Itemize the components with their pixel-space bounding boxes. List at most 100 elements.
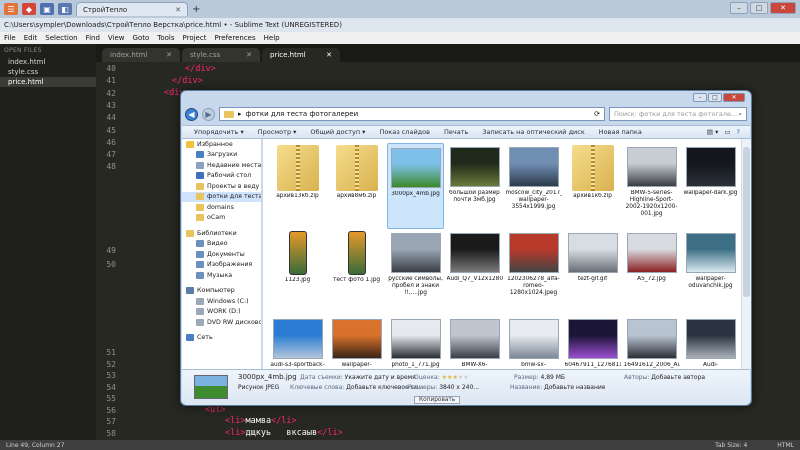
syntax-indicator[interactable]: HTML: [777, 442, 794, 449]
maximize-button[interactable]: □: [750, 2, 768, 14]
author-value[interactable]: Добавьте автора: [651, 374, 705, 381]
vertical-scrollbar[interactable]: [741, 139, 751, 369]
forward-arrow-icon[interactable]: ▶: [202, 107, 215, 121]
sidebar-file-item[interactable]: style.css: [0, 67, 96, 77]
sidebar-file-item[interactable]: index.html: [0, 57, 96, 67]
file-item[interactable]: BMW-X6-wallpaper-9.jpg: [446, 315, 503, 369]
browser-tab[interactable]: СтройТепло ✕: [76, 2, 188, 16]
menu-item-file[interactable]: File: [4, 34, 16, 42]
file-item[interactable]: большой размер почти 3мб.jpg: [446, 143, 503, 229]
file-item[interactable]: 16491612_2006_Audi_Q7_1600x1200_0ff.jpg: [623, 315, 680, 369]
new-tab-button[interactable]: +: [192, 4, 200, 15]
file-item[interactable]: 1202306278_alfa-romeo-1280x1024.jpeg: [505, 229, 562, 315]
menu-item-view[interactable]: View: [108, 34, 125, 42]
nav-group-heading[interactable]: Компьютер: [182, 286, 261, 297]
toolbar-button[interactable]: Показ слайдов: [379, 128, 430, 136]
nav-group-heading[interactable]: Библиотеки: [182, 228, 261, 239]
code-line-40[interactable]: </div>: [185, 64, 216, 74]
date-value[interactable]: Укажите дату и время: [345, 374, 416, 381]
file-item[interactable]: wallpaper-dark2.jpg: [328, 315, 385, 369]
code-line-41[interactable]: </div>: [172, 76, 203, 86]
file-item[interactable]: wallpaper-oduvanchik.jpg: [682, 229, 739, 315]
menu-item-selection[interactable]: Selection: [45, 34, 77, 42]
file-item[interactable]: Audi_Q7_V12x1280x1024.jpg: [446, 229, 503, 315]
nav-item[interactable]: Рабочий стол: [182, 171, 261, 182]
close-icon[interactable]: ✕: [246, 51, 252, 59]
file-item[interactable]: Audi-V8_1988_800x600_wallpaper_01.jpg: [682, 315, 739, 369]
file-item[interactable]: 60467911_1276811999_Cyberflower59.jpg: [564, 315, 621, 369]
nav-item[interactable]: oCam: [182, 213, 261, 224]
toolbar-button[interactable]: Просмотр ▾: [258, 128, 297, 136]
explorer-minimize-button[interactable]: –: [693, 93, 707, 102]
close-button[interactable]: ✕: [770, 2, 796, 14]
back-arrow-icon[interactable]: ◀: [185, 107, 198, 121]
code-line-59[interactable]: <li>дщкуь вксаыв</li>: [225, 428, 343, 438]
nav-group-heading[interactable]: Избранное: [182, 139, 261, 150]
file-item[interactable]: русские символы, пробел и знаки !!,....j…: [387, 229, 444, 315]
file-item[interactable]: архив13кб.zip: [269, 143, 326, 229]
nav-item[interactable]: Изображения: [182, 260, 261, 271]
nav-item[interactable]: Видео: [182, 239, 261, 250]
menu-item-preferences[interactable]: Preferences: [214, 34, 255, 42]
toolbar-button[interactable]: Печать: [444, 128, 468, 136]
toolbar-button[interactable]: Записать на оптический диск: [482, 128, 584, 136]
file-item[interactable]: moscow_city_2017_art_irbis_production-wa…: [505, 143, 562, 229]
explorer-maximize-button[interactable]: □: [708, 93, 722, 102]
minimize-button[interactable]: –: [730, 2, 748, 14]
file-item[interactable]: A5_72.jpg: [623, 229, 680, 315]
file-item[interactable]: wallpaper-dark.jpg: [682, 143, 739, 229]
nav-item[interactable]: Документы: [182, 249, 261, 260]
file-item[interactable]: tezt-gif.gif: [564, 229, 621, 315]
menu-item-find[interactable]: Find: [86, 34, 100, 42]
shield-icon[interactable]: ◆: [22, 3, 36, 15]
nav-item[interactable]: фотки для теста: [182, 191, 261, 202]
editor-tab[interactable]: index.html ✕: [102, 48, 180, 62]
file-item[interactable]: 3000px_4mb.jpg: [387, 143, 444, 229]
menu-item-project[interactable]: Project: [183, 34, 207, 42]
nav-item[interactable]: DVD RW дисковс: [182, 317, 261, 328]
nav-item[interactable]: Недавние места: [182, 160, 261, 171]
explorer-close-button[interactable]: ✕: [723, 93, 745, 102]
nav-group-heading[interactable]: Сеть: [182, 333, 261, 344]
close-icon[interactable]: ✕: [175, 6, 181, 14]
browser-menu-icon[interactable]: ☰: [4, 3, 18, 15]
editor-tab[interactable]: price.html ✕: [262, 48, 340, 62]
nav-item[interactable]: Проекты в веду: [182, 181, 261, 192]
file-item[interactable]: BMW-5-series-Highline-Sport-2002-1920x12…: [623, 143, 680, 229]
file-item[interactable]: bmw-sx-concept.jpg: [505, 315, 562, 369]
file-item[interactable]: 1123.jpg: [269, 229, 326, 315]
close-icon[interactable]: ✕: [326, 51, 332, 59]
view-options-icon[interactable]: ▤ ▾: [707, 128, 718, 136]
sidebar-file-item[interactable]: price.html: [0, 77, 96, 87]
star-icon[interactable]: ★: [463, 374, 468, 381]
nav-item[interactable]: Музыка: [182, 270, 261, 281]
menu-item-goto[interactable]: Goto: [133, 34, 150, 42]
title-value[interactable]: Добавьте название: [544, 384, 605, 391]
menu-item-edit[interactable]: Edit: [24, 34, 38, 42]
toolbar-button[interactable]: Новая папка: [599, 128, 642, 136]
code-line-58[interactable]: <li>мамва</li>: [225, 416, 297, 426]
file-item[interactable]: архив8мб.zip: [328, 143, 385, 229]
search-input[interactable]: Поиск: фотки для теста фотогале... ⌕: [609, 107, 747, 121]
bookmark-icon[interactable]: ◧: [58, 3, 72, 15]
scrollbar-thumb[interactable]: [743, 147, 750, 297]
close-icon[interactable]: ✕: [166, 51, 172, 59]
nav-item[interactable]: Windows (C:): [182, 296, 261, 307]
file-item[interactable]: photo_1_771.jpg: [387, 315, 444, 369]
extension-icon[interactable]: ▣: [40, 3, 54, 15]
file-item[interactable]: audi-s3-sportback-001b04b-1024x768.jpg: [269, 315, 326, 369]
rating-stars[interactable]: ★★★★★: [442, 374, 469, 381]
tab-size-indicator[interactable]: Tab Size: 4: [715, 442, 747, 449]
nav-item[interactable]: domains: [182, 202, 261, 213]
menu-item-tools[interactable]: Tools: [157, 34, 174, 42]
toolbar-button[interactable]: Общий доступ ▾: [310, 128, 365, 136]
code-line-57[interactable]: <ul>: [205, 405, 225, 415]
nav-item[interactable]: WORK (D:): [182, 307, 261, 318]
toolbar-button[interactable]: Упорядочить ▾: [194, 128, 244, 136]
nav-item[interactable]: Загрузки: [182, 150, 261, 161]
menu-item-help[interactable]: Help: [264, 34, 280, 42]
preview-pane-icon[interactable]: ▭: [724, 128, 730, 136]
help-icon[interactable]: ?: [737, 128, 740, 136]
editor-tab[interactable]: style.css ✕: [182, 48, 260, 62]
address-bar[interactable]: ▸ фотки для теста фотогалереи ⟳: [219, 107, 605, 121]
